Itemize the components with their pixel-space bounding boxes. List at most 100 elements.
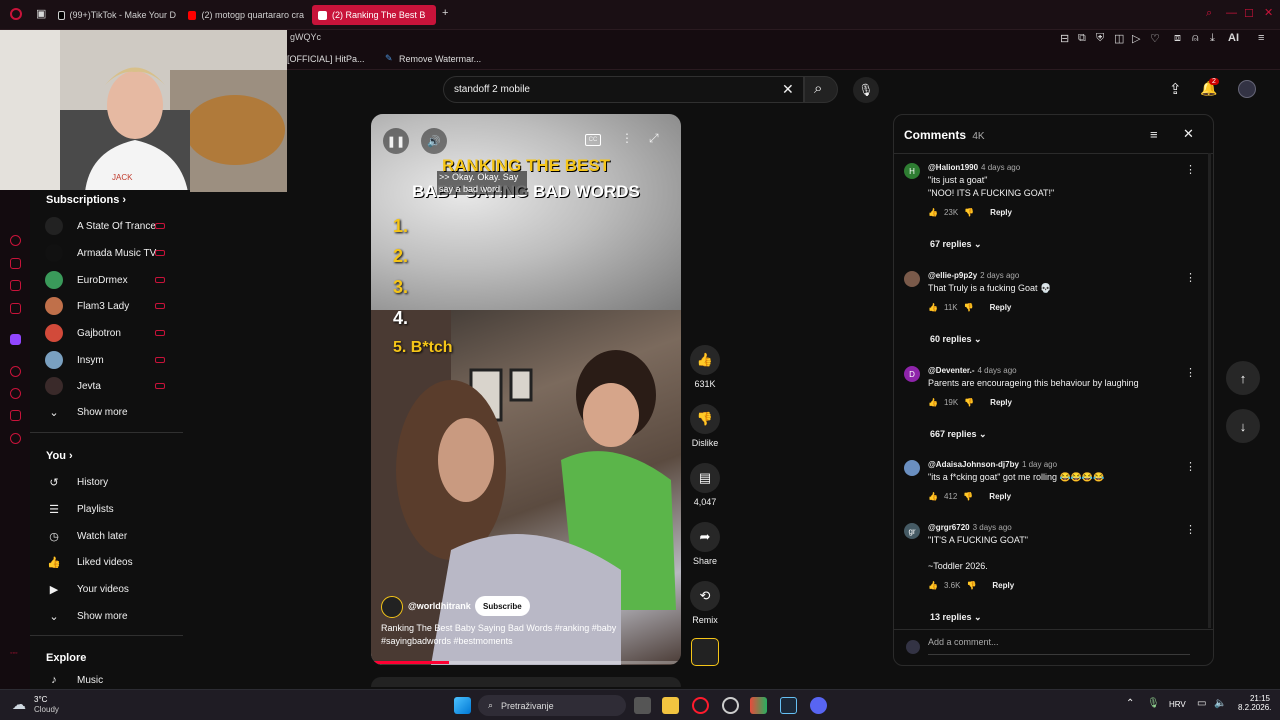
- speaker-icon[interactable]: 🔈: [1214, 698, 1226, 709]
- voice-search-button[interactable]: 🎙: [853, 77, 879, 103]
- volume-button[interactable]: 🔊: [421, 128, 447, 154]
- sidebar-item-subscription[interactable]: A State Of Trance: [45, 216, 156, 236]
- view-replies-button[interactable]: 60 replies ⌄: [930, 334, 982, 345]
- fullscreen-icon[interactable]: ⤢: [649, 131, 659, 146]
- sort-icon[interactable]: ≡: [1150, 127, 1158, 142]
- subscribe-button[interactable]: Subscribe: [475, 596, 530, 616]
- comment-more-icon[interactable]: ⋮: [1185, 523, 1196, 536]
- sound-thumbnail[interactable]: [691, 638, 719, 666]
- url-text[interactable]: gWQYc: [290, 32, 321, 42]
- thumbs-up-icon[interactable]: 👍: [928, 303, 938, 312]
- comment-more-icon[interactable]: ⋮: [1185, 163, 1196, 176]
- channel-name[interactable]: @worldhitrank: [408, 601, 471, 611]
- commenter-avatar[interactable]: [904, 460, 920, 476]
- sidebar-item-music[interactable]: ♪ Music: [45, 670, 103, 690]
- more-options-icon[interactable]: ⋮: [621, 131, 633, 145]
- search-box[interactable]: standoff 2 mobile ✕: [443, 76, 804, 103]
- comment-author[interactable]: @AdaisaJohnson-dj7by 1 day ago: [928, 460, 1057, 469]
- steam-icon[interactable]: [780, 697, 797, 714]
- messenger-icon[interactable]: [10, 235, 21, 246]
- taskbar-search[interactable]: ⌕ Pretraživanje: [478, 695, 626, 716]
- sidebar-item-subscription[interactable]: Flam3 Lady: [45, 296, 129, 316]
- comment-author[interactable]: @grgr6720 3 days ago: [928, 523, 1012, 532]
- settings-app-icon[interactable]: [722, 697, 739, 714]
- weather-desc[interactable]: Cloudy: [34, 705, 59, 714]
- tab-tiktok[interactable]: (99+)TikTok - Make Your D: [58, 5, 176, 25]
- view-replies-button[interactable]: 13 replies ⌄: [930, 612, 982, 623]
- search-tabs-icon[interactable]: ⌕: [1206, 7, 1212, 20]
- reply-button[interactable]: Reply: [990, 208, 1012, 217]
- weather-temp[interactable]: 3°C: [34, 695, 47, 704]
- commenter-avatar[interactable]: [904, 271, 920, 287]
- show-more-you[interactable]: ⌄ Show more: [45, 606, 127, 626]
- sidebar-item-watch-later[interactable]: ◷ Watch later: [45, 526, 127, 546]
- tab-motogp[interactable]: (2) motogp quartararo cra: [188, 5, 304, 25]
- download-icon[interactable]: ⤓: [1210, 32, 1215, 45]
- tab-ranking[interactable]: (2) Ranking The Best B: [312, 5, 436, 25]
- aria-ai-button[interactable]: AI: [1228, 32, 1239, 44]
- view-replies-button[interactable]: 667 replies ⌄: [930, 429, 987, 440]
- heart-icon[interactable]: ♡: [1150, 32, 1160, 45]
- comment-more-icon[interactable]: ⋮: [1185, 460, 1196, 473]
- new-tab-icon[interactable]: +: [442, 7, 448, 19]
- commenter-avatar[interactable]: H: [904, 163, 920, 179]
- comment-author[interactable]: @Halion1990 4 days ago: [928, 163, 1020, 172]
- language-indicator[interactable]: HRV: [1169, 700, 1186, 709]
- thumbs-up-icon[interactable]: 👍: [928, 581, 938, 590]
- discord-icon[interactable]: [10, 303, 21, 314]
- comment-more-icon[interactable]: ⋮: [1185, 271, 1196, 284]
- close-comments-icon[interactable]: ✕: [1183, 126, 1194, 142]
- sidebar-item-history[interactable]: ↺ History: [45, 472, 108, 492]
- search-button[interactable]: ⌕: [804, 76, 838, 103]
- like-button[interactable]: 👍 631K: [690, 345, 720, 389]
- dislike-button[interactable]: 👎 Dislike: [690, 404, 720, 448]
- thumbs-up-icon[interactable]: 👍: [928, 208, 938, 217]
- workspaces-icon[interactable]: ▣: [36, 7, 46, 20]
- task-view-icon[interactable]: [634, 697, 651, 714]
- maximize-icon[interactable]: ☐: [1244, 7, 1254, 20]
- clock[interactable]: 21:15 8.2.2026.: [1238, 694, 1271, 712]
- bookmark-item[interactable]: Remove Watermar...: [399, 54, 481, 64]
- comment-username[interactable]: @Halion1990: [928, 163, 978, 172]
- bookmark-icon[interactable]: ⊟: [1060, 32, 1069, 45]
- comment-more-icon[interactable]: ⋮: [1185, 366, 1196, 379]
- discord-icon[interactable]: [810, 697, 827, 714]
- share-button[interactable]: ➦ Share: [690, 522, 720, 566]
- reply-button[interactable]: Reply: [992, 581, 1014, 590]
- sidebar-item-subscription[interactable]: EuroDrmex: [45, 270, 128, 290]
- thumbs-up-icon[interactable]: 👍: [928, 492, 938, 501]
- monitor-icon[interactable]: ▭: [1197, 698, 1206, 709]
- thumbs-down-icon[interactable]: 👎: [966, 581, 976, 590]
- windows-start-icon[interactable]: [454, 697, 471, 714]
- history-icon[interactable]: [10, 388, 21, 399]
- sidebar-item-subscription[interactable]: Insym: [45, 350, 104, 370]
- clear-search-icon[interactable]: ✕: [782, 81, 794, 98]
- reply-button[interactable]: Reply: [990, 398, 1012, 407]
- sidebar-item-playlists[interactable]: ☰ Playlists: [45, 499, 114, 519]
- twitch-icon[interactable]: [10, 334, 21, 345]
- sidebar-item-subscription[interactable]: Jevta: [45, 376, 101, 396]
- upload-icon[interactable]: ⇪: [1169, 80, 1182, 98]
- show-more-subscriptions[interactable]: ⌄ Show more: [45, 402, 127, 422]
- thumbs-down-icon[interactable]: 👎: [964, 303, 974, 312]
- previous-short-button[interactable]: ↑: [1226, 361, 1260, 395]
- comments-button[interactable]: ▤ 4,047: [690, 463, 720, 507]
- shorts-video-player[interactable]: ❚❚ 🔊 CC ⋮ ⤢ RANKING THE BEST BABY SAYING…: [371, 114, 681, 665]
- thumbs-down-icon[interactable]: 👎: [964, 398, 974, 407]
- microphone-icon[interactable]: 🎙: [1147, 698, 1160, 709]
- reply-button[interactable]: Reply: [989, 492, 1011, 501]
- thumbs-up-icon[interactable]: 👍: [928, 398, 938, 407]
- more-icon[interactable]: ◦◦◦: [10, 650, 17, 657]
- subscriptions-header[interactable]: Subscriptions ›: [46, 194, 126, 206]
- thumbs-down-icon[interactable]: 👎: [964, 208, 974, 217]
- play-icon[interactable]: ▷: [1132, 32, 1140, 45]
- sidebar-item-liked-videos[interactable]: 👍 Liked videos: [45, 552, 132, 572]
- instagram-icon[interactable]: [10, 258, 21, 269]
- view-replies-button[interactable]: 67 replies ⌄: [930, 239, 982, 250]
- whatsapp-icon[interactable]: [10, 280, 21, 291]
- player-icon[interactable]: [10, 366, 21, 377]
- app-icon[interactable]: [750, 697, 767, 714]
- sidebar-item-subscription[interactable]: Gajbotron: [45, 323, 121, 343]
- comment-username[interactable]: @ellie-p9p2y: [928, 271, 977, 280]
- snapshot-icon[interactable]: ⧉: [1078, 32, 1086, 45]
